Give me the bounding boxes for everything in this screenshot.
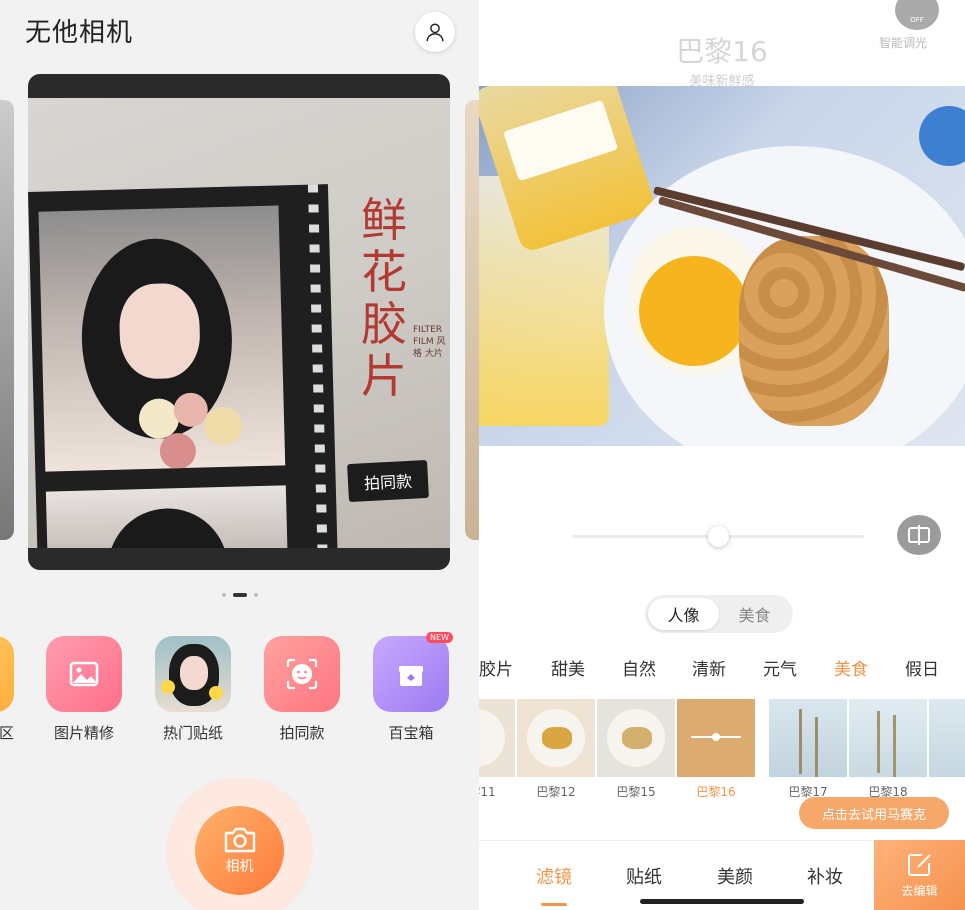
filter-thumb[interactable] <box>517 699 595 777</box>
home-indicator <box>640 899 804 904</box>
food-preview-photo <box>479 86 965 446</box>
carousel-prev-card[interactable] <box>0 100 14 540</box>
bottle-label-shape <box>503 99 619 182</box>
film-strip <box>28 184 338 570</box>
image-icon <box>46 636 122 712</box>
compare-button[interactable] <box>897 515 941 555</box>
profile-button[interactable] <box>415 12 455 52</box>
filter-thumb[interactable] <box>597 699 675 777</box>
feature-label: 拍同款 <box>279 724 325 742</box>
partial-icon <box>0 636 14 712</box>
category-tab[interactable]: 自然 <box>622 655 656 680</box>
smart-light-off-badge: OFF <box>910 16 924 24</box>
feature-label: 区 <box>0 724 14 742</box>
tab-filter[interactable]: 滤镜 <box>536 863 572 889</box>
blue-cup-shape <box>919 106 965 166</box>
feature-label: 图片精修 <box>53 724 114 742</box>
feature-label: 百宝箱 <box>388 724 434 742</box>
carousel-dot[interactable] <box>221 593 226 597</box>
user-icon <box>426 23 444 42</box>
category-tab[interactable]: 甜美 <box>551 655 585 680</box>
dumplings-shape <box>739 236 889 426</box>
feature-row: 区 图片精修 热门贴纸 拍同款 NEW 百宝箱 <box>0 632 479 746</box>
edit-button[interactable]: 去编辑 <box>874 840 965 910</box>
filter-intensity-thumb[interactable] <box>707 526 729 547</box>
filter-thumb[interactable] <box>479 699 515 777</box>
face-shape <box>118 282 201 380</box>
category-tab-active[interactable]: 美食 <box>834 655 868 680</box>
filter-thumb-label: 巴黎15 <box>616 785 656 799</box>
sticker-portrait-icon <box>155 636 231 712</box>
feature-toolbox[interactable]: NEW 百宝箱 <box>373 632 453 743</box>
flower-shape <box>173 392 209 428</box>
filter-thumb[interactable] <box>929 699 965 777</box>
film-edge-bottom <box>28 548 450 570</box>
edit-label: 去编辑 <box>901 883 938 898</box>
new-badge: NEW <box>426 632 453 643</box>
filter-editor-screen: 巴黎16 美味新鲜感 OFF 智能调光 人像 美食 胶片 甜美 自然 清新 元气… <box>479 0 965 910</box>
feature-shoot-same[interactable]: 拍同款 <box>264 636 340 743</box>
mosaic-tip-bubble[interactable]: 点击去试用马赛克 <box>799 797 949 829</box>
category-tab[interactable]: 元气 <box>763 655 797 680</box>
flower-shape <box>159 432 197 470</box>
filter-thumb[interactable] <box>849 699 927 777</box>
banner-side-text: FILTER FILM 风格 大片 <box>413 325 446 359</box>
app-title: 无他相机 <box>25 18 134 48</box>
feature-hot-stickers[interactable]: 热门贴纸 <box>155 636 231 743</box>
camera-label: 相机 <box>225 858 254 875</box>
carousel-dot-active[interactable] <box>232 593 247 597</box>
feature-partial[interactable]: 区 <box>0 636 14 743</box>
carousel-next-card[interactable] <box>465 100 479 540</box>
flower-shape <box>203 406 243 446</box>
edit-icon <box>907 853 931 876</box>
compare-icon <box>908 525 930 545</box>
smart-light-label: 智能调光 <box>879 36 928 50</box>
segment-food[interactable]: 美食 <box>719 598 790 630</box>
face-scan-icon <box>264 636 340 712</box>
segment-portrait[interactable]: 人像 <box>648 598 719 630</box>
egg-yolk-shape <box>639 256 749 366</box>
tab-active-indicator <box>541 903 567 906</box>
filter-thumb-label: 巴黎12 <box>536 785 576 799</box>
filter-category-tabs: 胶片 甜美 自然 清新 元气 美食 假日 <box>479 655 965 681</box>
feature-image-retouch[interactable]: 图片精修 <box>46 636 122 743</box>
smart-light-button[interactable]: OFF <box>895 0 939 30</box>
filter-thumb-label-active: 巴黎16 <box>696 785 736 799</box>
filter-thumb-label: 巴黎11 <box>479 785 496 799</box>
tab-makeup[interactable]: 补妆 <box>807 863 843 889</box>
filter-type-segmented: 人像 美食 <box>645 595 793 633</box>
filter-thumbnail-strip: 巴黎11 巴黎12 巴黎15 巴黎16 巴黎17 巴黎18 <box>479 699 965 809</box>
shoot-same-sticker[interactable]: 拍同款 <box>347 459 429 503</box>
tab-sticker[interactable]: 贴纸 <box>626 863 662 889</box>
camera-home-screen: 无他相机 鲜花胶片 FILTER FILM 风格 大片 拍同款 区 图片精修 热… <box>0 0 479 910</box>
carousel-dot[interactable] <box>253 593 258 597</box>
feature-label: 热门贴纸 <box>162 724 223 742</box>
carousel-dots <box>0 593 479 597</box>
camera-button[interactable]: 相机 <box>195 806 284 895</box>
filter-thumb-selected[interactable] <box>677 699 755 777</box>
tab-beauty[interactable]: 美颜 <box>717 863 753 889</box>
category-tab[interactable]: 清新 <box>692 655 726 680</box>
banner-portrait-photo <box>38 205 286 472</box>
film-perforations <box>307 184 328 563</box>
gift-box-icon: NEW <box>373 632 453 712</box>
filter-thumb[interactable] <box>769 699 847 777</box>
category-tab[interactable]: 假日 <box>905 655 939 680</box>
camera-icon <box>224 827 255 852</box>
film-edge-top <box>28 74 450 98</box>
category-tab[interactable]: 胶片 <box>479 655 513 680</box>
promo-banner[interactable]: 鲜花胶片 FILTER FILM 风格 大片 拍同款 <box>28 74 450 570</box>
banner-title: 鲜花胶片 <box>361 193 407 403</box>
